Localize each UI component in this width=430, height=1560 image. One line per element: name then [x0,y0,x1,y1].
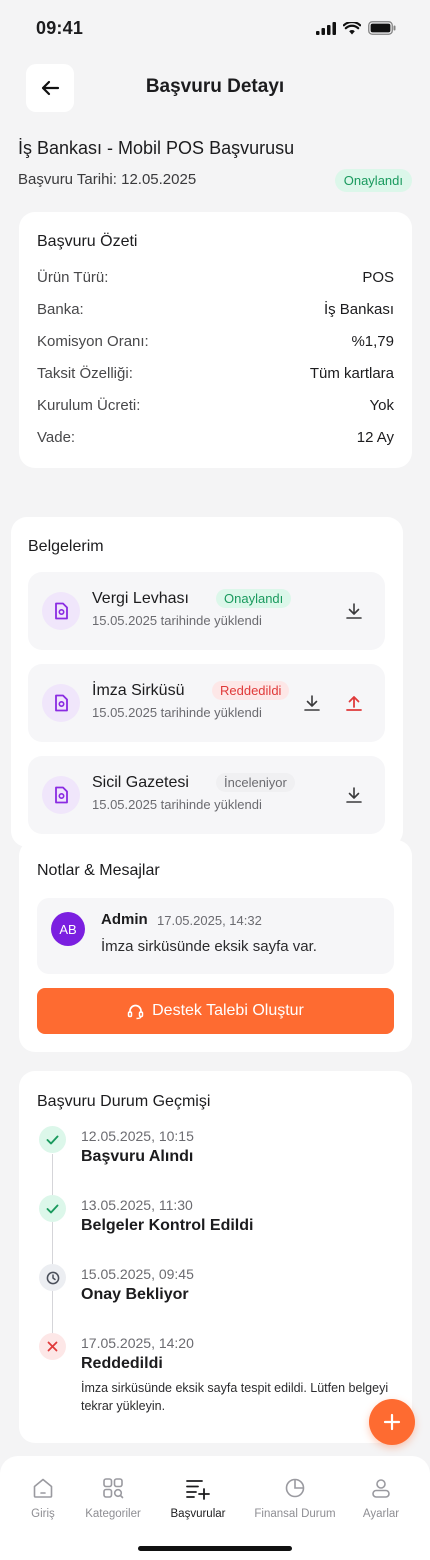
headset-icon [127,1004,144,1019]
document-name: Vergi Levhası [92,590,189,607]
timeline-line [52,1154,53,1344]
summary-row: Vade: 12 Ay [37,429,394,446]
upload-icon[interactable] [343,692,365,714]
message-time: 17.05.2025, 14:32 [157,913,262,928]
add-button[interactable] [369,1399,415,1445]
summary-row: Komisyon Oranı: %1,79 [37,333,394,350]
page-title: Başvuru Detayı [145,76,285,97]
summary-row: Taksit Özelliği: Tüm kartlara [37,365,394,382]
summary-label: Banka: [37,301,84,318]
nav-item-applications[interactable]: Başvurular [153,1474,243,1520]
timeline-date: 12.05.2025, 10:15 [81,1128,194,1144]
wifi-icon [343,21,361,34]
document-name: Sicil Gazetesi [92,774,189,791]
document-subtitle: 15.05.2025 tarihinde yüklendi [92,613,262,628]
nav-label: Başvurular [170,1508,226,1520]
document-subtitle: 15.05.2025 tarihinde yüklendi [92,797,262,812]
summary-value: Yok [369,397,394,414]
summary-label: Taksit Özelliği: [37,365,133,382]
summary-row: Ürün Türü: POS [37,269,394,286]
history-title: Başvuru Durum Geçmişi [37,1093,211,1110]
timeline-date: 13.05.2025, 11:30 [81,1197,193,1213]
timeline-title: Belgeler Kontrol Edildi [81,1217,254,1234]
applications-icon [153,1474,243,1502]
message-author: Admin [101,911,148,928]
application-date: Başvuru Tarihi: 12.05.2025 [18,171,197,188]
timeline-title: Reddedildi [81,1355,163,1372]
check-icon [39,1195,66,1222]
clock-icon [39,1264,66,1291]
nav-item-settings[interactable]: Ayarlar [336,1474,426,1520]
summary-row: Kurulum Ücreti: Yok [37,397,394,414]
status-time: 09:41 [36,18,84,38]
nav-item-financial-status[interactable]: Finansal Durum [250,1474,340,1520]
document-item[interactable]: İmza Sirküsü Reddedildi 15.05.2025 tarih… [28,664,385,742]
nav-label: Finansal Durum [254,1508,336,1520]
application-title: İş Bankası - Mobil POS Başvurusu [18,138,295,158]
summary-value: İş Bankası [323,301,394,318]
home-indicator [138,1546,292,1551]
status-badge: Onaylandı [334,169,412,192]
document-name: İmza Sirküsü [92,682,185,699]
document-subtitle: 15.05.2025 tarihinde yüklendi [92,705,262,720]
pie-chart-icon [250,1474,340,1502]
summary-value: 12 Ay [356,429,394,446]
notes-card: Notlar & Mesajlar AB Admin 17.05.2025, 1… [19,840,412,1052]
download-icon[interactable] [343,600,365,622]
download-icon[interactable] [343,784,365,806]
history-card: Başvuru Durum Geçmişi 12.05.2025, 10:15 … [19,1071,412,1443]
document-icon [42,684,80,722]
support-button-label: Destek Talebi Oluştur [152,1002,304,1019]
download-icon[interactable] [301,692,323,714]
close-icon [39,1333,66,1360]
categories-icon [68,1474,158,1502]
timeline-date: 17.05.2025, 14:20 [81,1335,194,1351]
user-icon [336,1474,426,1502]
summary-label: Komisyon Oranı: [37,333,149,350]
nav-label: Ayarlar [362,1508,400,1520]
plus-icon [383,1413,401,1431]
summary-card: Başvuru Özeti Ürün Türü: POS Banka: İş B… [19,212,412,468]
documents-title: Belgelerim [28,538,104,555]
battery-icon [368,21,396,35]
document-status-badge: Reddedildi [212,681,290,700]
notes-title: Notlar & Mesajlar [37,862,160,879]
summary-label: Ürün Türü: [37,269,109,286]
timeline-date: 15.05.2025, 09:45 [81,1266,194,1282]
create-support-ticket-button[interactable]: Destek Talebi Oluştur [37,988,394,1034]
document-icon [42,592,80,630]
message-text: İmza sirküsünde eksik sayfa var. [101,938,317,955]
nav-label: Kategoriler [85,1508,141,1520]
timeline-title: Onay Bekliyor [81,1286,189,1303]
timeline-title: Başvuru Alındı [81,1148,194,1165]
summary-label: Vade: [37,429,76,446]
summary-label: Kurulum Ücreti: [37,397,141,414]
documents-card: Belgelerim Vergi Levhası Onaylandı 15.05… [11,517,403,847]
summary-value: %1,79 [351,333,394,350]
timeline-note: İmza sirküsünde eksik sayfa tespit edild… [81,1381,389,1413]
summary-title: Başvuru Özeti [37,233,138,250]
document-status-badge: İnceleniyor [216,773,295,792]
summary-row: Banka: İş Bankası [37,301,394,318]
document-item[interactable]: Vergi Levhası Onaylandı 15.05.2025 tarih… [28,572,385,650]
summary-value: POS [362,269,394,286]
summary-value: Tüm kartlara [309,365,394,382]
avatar: AB [51,912,85,946]
document-item[interactable]: Sicil Gazetesi İnceleniyor 15.05.2025 ta… [28,756,385,834]
bottom-navigation: Giriş Kategoriler Başvurular Finansal Du… [0,1456,430,1560]
check-icon [39,1126,66,1153]
document-icon [42,776,80,814]
nav-item-categories[interactable]: Kategoriler [68,1474,158,1520]
document-status-badge: Onaylandı [216,589,292,608]
signal-icon [316,21,336,35]
status-icons [316,21,396,35]
message-item: AB Admin 17.05.2025, 14:32 İmza sirküsün… [37,898,394,974]
